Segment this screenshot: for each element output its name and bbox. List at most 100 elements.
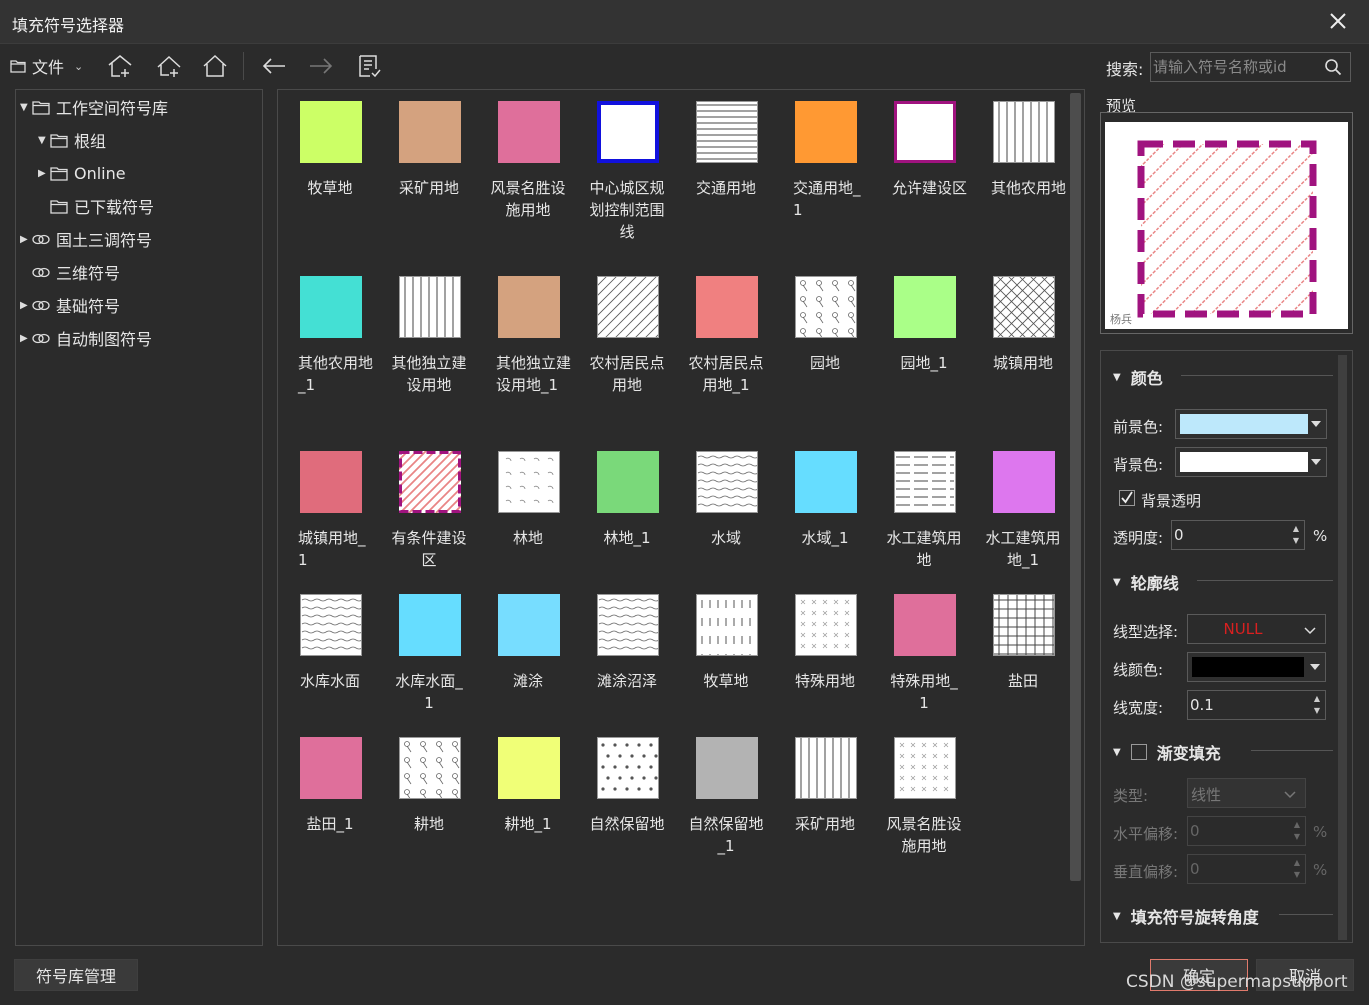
- gradient-section-header[interactable]: ▼ 渐变填充: [1113, 740, 1221, 764]
- gradient-type-select[interactable]: 线性: [1187, 778, 1306, 808]
- rotation-section-header[interactable]: ▼ 填充符号旋转角度: [1113, 904, 1259, 928]
- color-section-header[interactable]: ▼ 颜色: [1113, 365, 1163, 389]
- symbol-swatch: [696, 451, 759, 513]
- properties-icon[interactable]: [356, 52, 382, 80]
- symbol-swatch: [696, 594, 758, 662]
- symbol-swatch: [597, 101, 659, 163]
- tree-item[interactable]: ▼ 根组: [38, 126, 106, 154]
- file-menu-label: 文件: [32, 58, 65, 77]
- symbol-name: 采矿用地: [794, 815, 855, 833]
- background-color-picker[interactable]: [1175, 447, 1327, 477]
- new-group-icon[interactable]: [106, 52, 134, 80]
- symbol-name: 园地_1: [900, 354, 948, 372]
- collapsed-triangle-icon[interactable]: ▶: [38, 168, 50, 179]
- toolbar-divider: [243, 52, 244, 80]
- tree-item-label: Online: [74, 163, 126, 183]
- symbol-swatch: [696, 737, 758, 799]
- back-arrow-icon[interactable]: [260, 52, 288, 80]
- search-icon[interactable]: [1324, 58, 1342, 80]
- tree-item[interactable]: ▶ 国土三调符号: [20, 225, 152, 253]
- symbol-name: 耕地_1: [504, 815, 552, 833]
- symbol-swatch: [795, 101, 857, 163]
- symbol-name: 城镇用地_ 1: [298, 529, 366, 569]
- spin-arrows-icon[interactable]: ▲ ▼: [1294, 819, 1300, 843]
- symbol-name: 耕地: [413, 815, 444, 833]
- opacity-value: 0: [1174, 526, 1184, 544]
- tree-item[interactable]: 三维符号: [20, 258, 120, 286]
- folder-icon: [50, 133, 68, 148]
- v-offset-spinbox[interactable]: 0 ▲ ▼: [1187, 854, 1306, 884]
- symbol-swatch: [498, 594, 560, 656]
- library-manage-button[interactable]: 符号库管理: [14, 959, 138, 991]
- symbol-name: 自然保留地: [589, 815, 665, 833]
- symbol-name: 有条件建设区: [391, 529, 467, 569]
- symbol-swatch: [399, 101, 461, 163]
- h-offset-label: 水平偏移:: [1113, 825, 1179, 843]
- foreground-color-swatch: [1180, 414, 1308, 434]
- tree-item[interactable]: ▼ 工作空间符号库: [20, 93, 168, 121]
- symbol-name: 水域: [710, 529, 741, 547]
- section-divider: [1181, 375, 1333, 376]
- h-offset-value: 0: [1190, 822, 1200, 840]
- window-title: 填充符号选择器: [12, 16, 125, 35]
- symbol-name: 林地: [512, 529, 543, 547]
- symbol-name: 滩涂: [512, 672, 543, 690]
- line-color-picker[interactable]: [1187, 652, 1326, 682]
- section-divider: [1251, 750, 1333, 751]
- spin-arrows-icon[interactable]: ▲ ▼: [1314, 693, 1320, 717]
- symbol-swatch: [399, 276, 461, 338]
- gradient-checkbox[interactable]: [1130, 744, 1147, 760]
- collapsed-triangle-icon[interactable]: ▶: [20, 333, 32, 344]
- collapsed-triangle-icon[interactable]: ▶: [20, 300, 32, 311]
- file-menu[interactable]: 文件 ⌄: [10, 52, 83, 80]
- symbol-swatch: [300, 737, 362, 799]
- outline-section-header[interactable]: ▼ 轮廓线: [1113, 570, 1179, 594]
- forward-arrow-icon[interactable]: [307, 52, 335, 80]
- csdn-watermark: CSDN @supermapsupport: [1126, 972, 1348, 992]
- spin-arrows-icon[interactable]: ▲ ▼: [1293, 523, 1299, 547]
- opacity-label: 透明度:: [1113, 529, 1164, 547]
- tree-item[interactable]: ▶ 基础符号: [20, 291, 120, 319]
- symbol-name: 水域_1: [801, 529, 849, 547]
- new-library-icon[interactable]: [155, 52, 183, 80]
- tree-item[interactable]: ▶ Online: [38, 159, 126, 187]
- collapsed-triangle-icon[interactable]: ▶: [20, 234, 32, 245]
- symbol-swatch: [795, 594, 857, 656]
- opacity-unit: %: [1313, 527, 1328, 545]
- symbol-swatch: [399, 594, 461, 656]
- linetype-value: NULL: [1223, 620, 1263, 638]
- symbol-swatch: [498, 737, 560, 799]
- symbol-name: 允许建设区: [892, 179, 968, 197]
- bg-transparent-checkbox[interactable]: [1119, 490, 1135, 506]
- chevron-down-icon: [1283, 787, 1297, 805]
- preview-canvas: 杨兵: [1105, 122, 1348, 329]
- spin-arrows-icon[interactable]: ▲ ▼: [1294, 857, 1300, 881]
- symbol-name: 其他独立建 设用地_1: [496, 354, 572, 394]
- symbol-name: 林地_1: [603, 529, 651, 547]
- linetype-select[interactable]: NULL: [1187, 614, 1326, 644]
- symbol-name: 其他农用地 _1: [298, 354, 374, 394]
- home-icon[interactable]: [201, 52, 229, 80]
- search-input[interactable]: [1153, 55, 1321, 79]
- folder-icon: [32, 100, 50, 115]
- expanded-triangle-icon[interactable]: ▼: [38, 135, 50, 146]
- symbol-grid-scrollbar[interactable]: [1070, 93, 1081, 881]
- chevron-down-icon: [1303, 623, 1317, 641]
- symbol-name: 其他独立建 设用地: [391, 354, 467, 394]
- symbol-grid: 牧草地 采矿用地 风景名胜设 施用地 中心城区规 划控制范围线交通用地 交通用地_ 1 允许建设…: [277, 89, 1170, 946]
- title-bar: 填充符号选择器: [0, 0, 1369, 44]
- expanded-triangle-icon[interactable]: ▼: [20, 102, 32, 113]
- opacity-spinbox[interactable]: 0 ▲ ▼: [1171, 520, 1305, 550]
- dropdown-arrow-icon: [1311, 421, 1321, 427]
- tree-item[interactable]: ▶ 自动制图符号: [20, 324, 152, 352]
- tree-item[interactable]: 已下载符号: [38, 192, 154, 220]
- properties-scrollbar[interactable]: [1338, 355, 1347, 940]
- collapse-triangle-icon: ▼: [1113, 746, 1121, 758]
- close-icon[interactable]: [1325, 8, 1351, 34]
- line-width-spinbox[interactable]: 0.1 ▲ ▼: [1187, 690, 1326, 720]
- h-offset-unit: %: [1313, 823, 1328, 841]
- symbol-library-tree: ▼ 工作空间符号库 ▼ 根组 ▶ Online 已下载符号 ▶ 国土三调符号 三维符号 ▶ 基础符号 ▶…: [15, 89, 263, 946]
- h-offset-spinbox[interactable]: 0 ▲ ▼: [1187, 816, 1306, 846]
- line-color-label: 线颜色:: [1113, 661, 1164, 679]
- foreground-color-picker[interactable]: [1175, 409, 1327, 439]
